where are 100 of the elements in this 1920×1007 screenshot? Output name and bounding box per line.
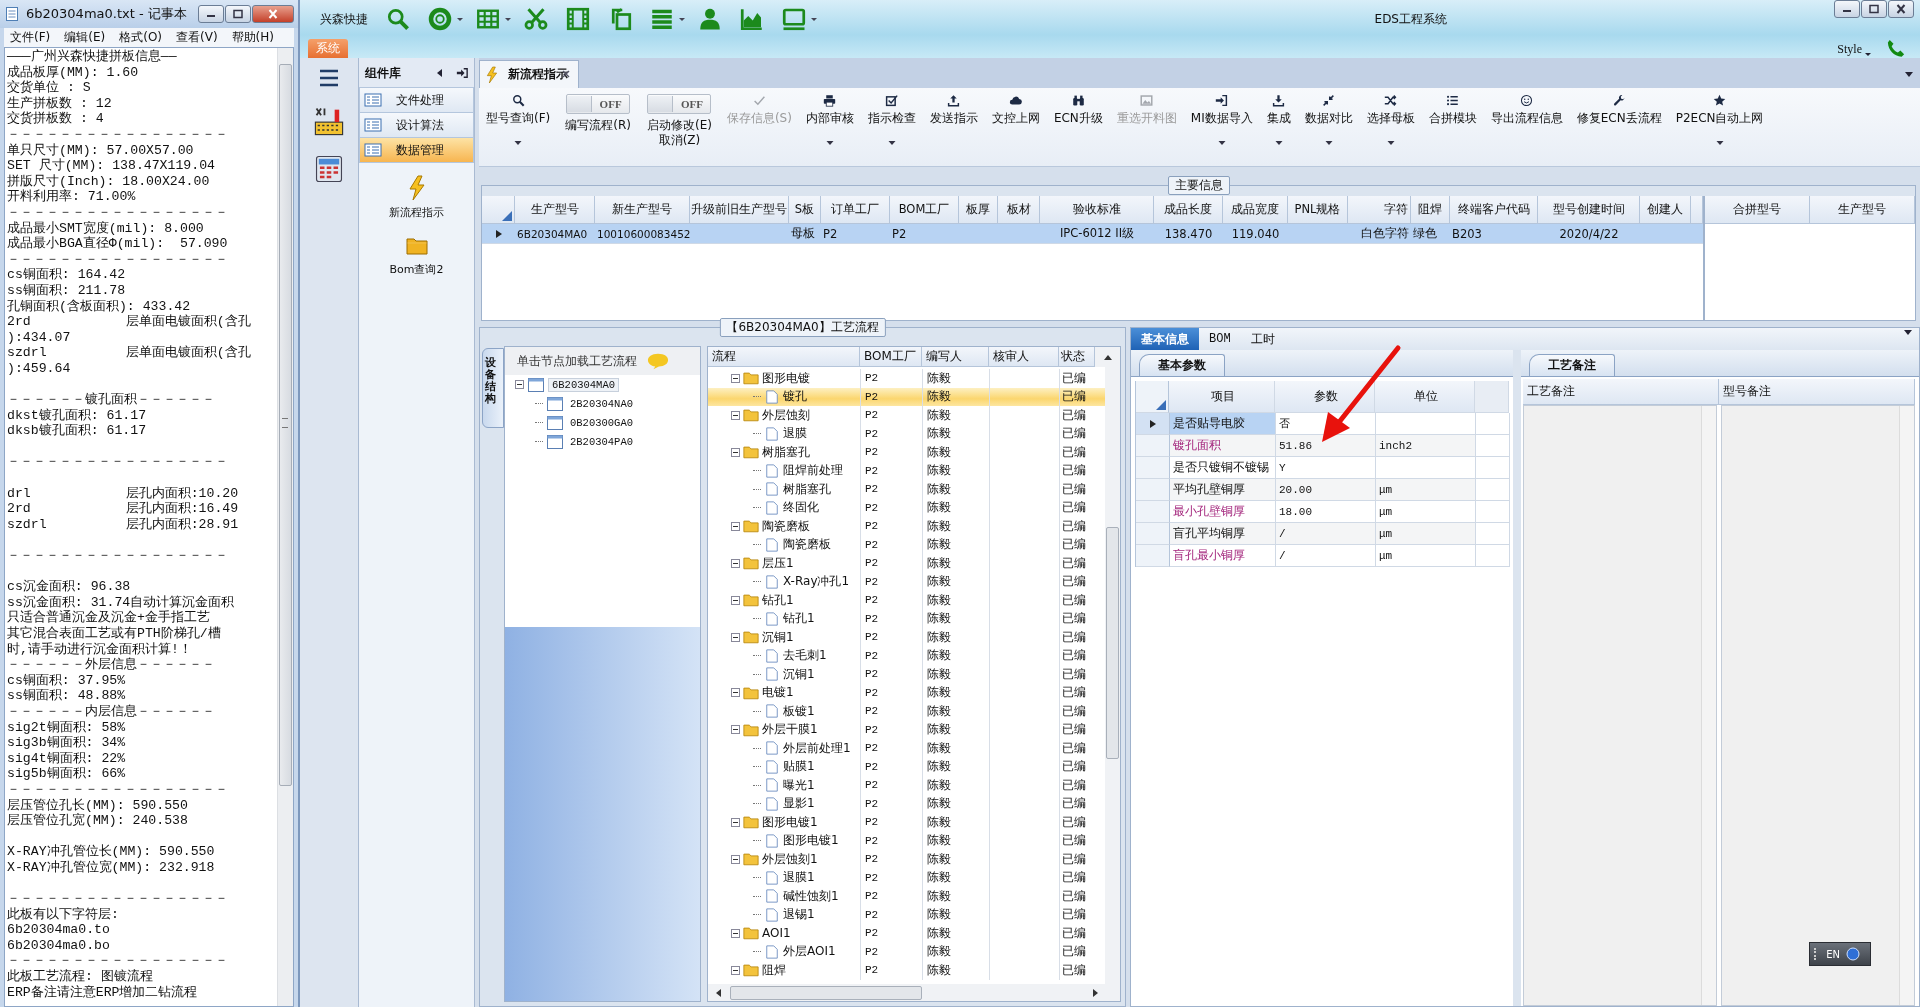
tree-node[interactable]: 0B20300GA0 bbox=[567, 416, 636, 429]
scroll-right-icon[interactable] bbox=[1092, 987, 1100, 998]
table-row[interactable]: 图形电镀1 P2 陈毅 已编 bbox=[708, 813, 1105, 832]
tree-node[interactable]: 6B20304MA0 bbox=[548, 377, 619, 392]
column-header[interactable]: 单位 bbox=[1375, 381, 1475, 413]
collapse-icon[interactable] bbox=[515, 380, 524, 389]
monitor-icon[interactable] bbox=[782, 7, 806, 31]
toolbar-button[interactable]: 文控上网 bbox=[984, 94, 1047, 156]
toolbar-button[interactable]: 内部审核 bbox=[798, 94, 861, 156]
collapse-icon[interactable] bbox=[731, 965, 740, 975]
toolbar-button[interactable]: 指示检查 bbox=[860, 94, 923, 156]
table-row[interactable]: 沉铜1 P2 陈毅 已编 bbox=[708, 665, 1105, 684]
toolbar-button[interactable]: 选择母板 bbox=[1359, 94, 1422, 156]
search-icon[interactable] bbox=[386, 7, 410, 31]
column-header[interactable]: 升级前旧生产型号 bbox=[690, 196, 789, 224]
column-header[interactable]: 字符 bbox=[1348, 196, 1411, 224]
minimize-button[interactable] bbox=[198, 5, 224, 23]
column-header[interactable]: 生产型号 bbox=[515, 196, 595, 224]
scroll-left-icon[interactable] bbox=[714, 987, 722, 998]
table-row[interactable]: 板镀1 P2 陈毅 已编 bbox=[708, 702, 1105, 721]
maximize-icon[interactable] bbox=[1868, 4, 1880, 14]
caret-icon[interactable] bbox=[504, 15, 512, 23]
maximize-button[interactable] bbox=[1861, 0, 1887, 18]
collapse-icon[interactable] bbox=[731, 447, 740, 457]
close-button[interactable] bbox=[252, 5, 294, 23]
column-header[interactable]: 流程 bbox=[708, 347, 860, 367]
toolbar-button[interactable]: 修复ECN丢流程 bbox=[1569, 94, 1669, 156]
column-header[interactable]: BOM工厂 bbox=[890, 196, 959, 224]
column-header[interactable]: PNL规格 bbox=[1288, 196, 1348, 224]
tab[interactable]: 基本信息 bbox=[1131, 328, 1199, 350]
column-header[interactable]: 编写人 bbox=[922, 347, 989, 367]
table-row[interactable]: 图形电镀1 P2 陈毅 已编 bbox=[708, 831, 1105, 850]
column-header[interactable]: BOM工厂 bbox=[860, 347, 922, 367]
table-row[interactable]: 层压1 P2 陈毅 已编 bbox=[708, 554, 1105, 573]
column-header[interactable]: 订单工厂 bbox=[821, 196, 890, 224]
caret-icon[interactable] bbox=[456, 15, 464, 23]
corner-icon[interactable] bbox=[502, 211, 512, 221]
collapse-icon[interactable] bbox=[731, 410, 740, 420]
collapse-icon[interactable] bbox=[731, 373, 740, 383]
style-menu[interactable]: Style bbox=[1837, 42, 1862, 57]
tool-button[interactable]: Bom查询2 bbox=[359, 232, 474, 277]
toolbar-button[interactable]: P2ECN自动上网 bbox=[1668, 94, 1771, 156]
table-row[interactable]: 退锡1 P2 陈毅 已编 bbox=[708, 905, 1105, 924]
grid-icon[interactable] bbox=[476, 7, 500, 31]
table-row[interactable]: AOI1 P2 陈毅 已编 bbox=[708, 924, 1105, 943]
column-header[interactable]: 型号备注 bbox=[1719, 379, 1915, 405]
column-header[interactable]: 项目 bbox=[1169, 381, 1275, 413]
menu-item[interactable]: 格式(O) bbox=[113, 29, 169, 46]
table-row[interactable]: 图形电镀 P2 陈毅 已编 bbox=[708, 369, 1105, 388]
column-header[interactable]: 生产型号 bbox=[1810, 196, 1915, 224]
table-row[interactable]: 终固化 P2 陈毅 已编 bbox=[708, 498, 1105, 517]
table-row[interactable]: 树脂塞孔 P2 陈毅 已编 bbox=[708, 480, 1105, 499]
maximize-button[interactable] bbox=[225, 5, 251, 23]
table-row[interactable]: 钻孔1 P2 陈毅 已编 bbox=[708, 591, 1105, 610]
toolbar-button[interactable]: MI数据导入 bbox=[1183, 94, 1260, 156]
table-row[interactable]: 去毛刺1 P2 陈毅 已编 bbox=[708, 646, 1105, 665]
collapse-icon[interactable] bbox=[731, 688, 740, 698]
menu-item[interactable]: 文件(F) bbox=[4, 29, 57, 46]
table-row[interactable]: 树脂塞孔 P2 陈毅 已编 bbox=[708, 443, 1105, 462]
vertical-tab[interactable]: 设备结构 bbox=[482, 348, 504, 428]
scissors-icon[interactable] bbox=[524, 7, 548, 31]
help-icon[interactable] bbox=[1846, 947, 1860, 961]
menu-item[interactable]: 编辑(E) bbox=[58, 29, 112, 46]
table-row[interactable]: 外层前处理1 P2 陈毅 已编 bbox=[708, 739, 1105, 758]
table-row[interactable]: 曝光1 P2 陈毅 已编 bbox=[708, 776, 1105, 795]
list-icon[interactable] bbox=[650, 7, 674, 31]
column-header[interactable]: 状态 bbox=[1059, 347, 1095, 367]
tab[interactable]: 基本参数 bbox=[1139, 354, 1225, 376]
tree-node[interactable]: 2B20304NA0 bbox=[567, 397, 636, 410]
select-all-corner[interactable] bbox=[1136, 381, 1169, 413]
sidebar-item[interactable]: 文件处理 bbox=[359, 87, 474, 113]
toolbar-button[interactable]: 发送指示 bbox=[922, 94, 985, 156]
table-row[interactable]: 贴膜1 P2 陈毅 已编 bbox=[708, 757, 1105, 776]
table-row[interactable]: 陶瓷磨板 P2 陈毅 已编 bbox=[708, 535, 1105, 554]
toolbar-button[interactable]: 数据对比 bbox=[1297, 94, 1360, 156]
column-header[interactable]: 合拼型号 bbox=[1705, 196, 1810, 224]
tab[interactable]: 工时 bbox=[1240, 328, 1285, 350]
close-icon[interactable] bbox=[1895, 4, 1907, 14]
film-icon[interactable] bbox=[566, 7, 590, 31]
column-header[interactable]: 验收标准 bbox=[1040, 196, 1154, 224]
column-header[interactable]: 成品宽度 bbox=[1223, 196, 1288, 224]
caret-icon[interactable] bbox=[678, 15, 686, 23]
tab[interactable]: 工艺备注 bbox=[1529, 354, 1615, 376]
menu-item[interactable]: 查看(V) bbox=[170, 29, 224, 46]
collapse-icon[interactable] bbox=[731, 595, 740, 605]
table-row[interactable]: 阻焊前处理 P2 陈毅 已编 bbox=[708, 461, 1105, 480]
column-header[interactable]: 型号创建时间 bbox=[1538, 196, 1640, 224]
toolbar-button[interactable]: 导出流程信息 bbox=[1483, 94, 1570, 156]
minimize-button[interactable] bbox=[1834, 0, 1860, 18]
caret-icon[interactable] bbox=[1904, 70, 1914, 78]
column-header[interactable]: 参数 bbox=[1275, 381, 1375, 413]
table-row[interactable]: 镀孔 P2 陈毅 已编 bbox=[708, 387, 1105, 406]
collapse-icon[interactable] bbox=[731, 817, 740, 827]
lifebuoy-icon[interactable] bbox=[428, 7, 452, 31]
table-row[interactable]: 沉铜1 P2 陈毅 已编 bbox=[708, 628, 1105, 647]
sign-in-icon[interactable] bbox=[456, 67, 468, 79]
collapse-icon[interactable] bbox=[731, 521, 740, 531]
table-row[interactable]: 退膜1 P2 陈毅 已编 bbox=[708, 868, 1105, 887]
table-row[interactable]: 显影1 P2 陈毅 已编 bbox=[708, 794, 1105, 813]
tab[interactable]: BOM bbox=[1199, 328, 1241, 350]
